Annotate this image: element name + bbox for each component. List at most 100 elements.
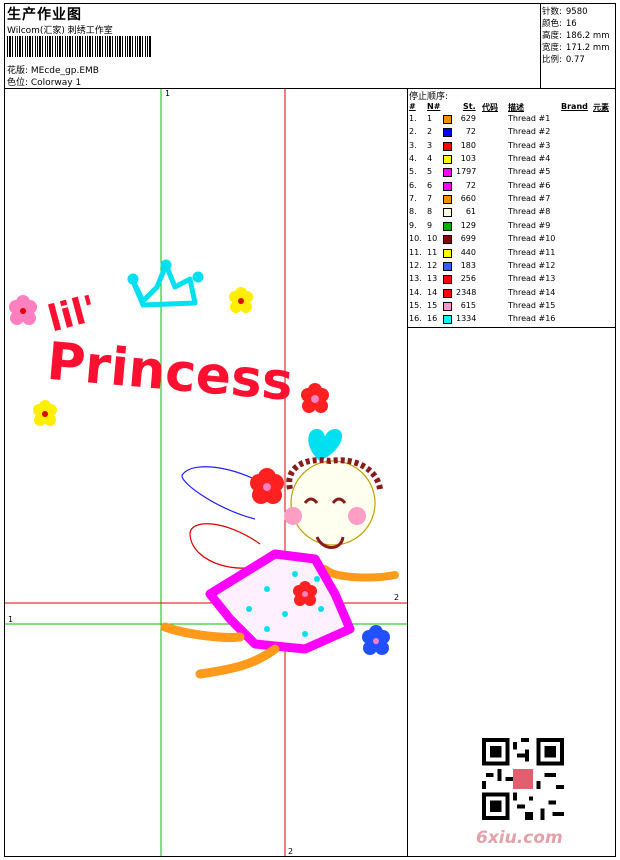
design-text-princess: Princess	[45, 332, 296, 413]
thread-row: 4. 4 103 Thread #4	[408, 154, 618, 167]
axis-mark-green-top: 1	[165, 89, 171, 98]
crown	[127, 259, 204, 308]
stat-row: 宽度: 171.2 mm	[542, 41, 609, 53]
thread-number: 3	[427, 140, 433, 150]
qr-code	[482, 738, 564, 820]
thread-number: 12	[427, 260, 438, 270]
thread-row: 5. 5 1797 Thread #5	[408, 167, 618, 180]
thread-number: 2	[427, 127, 433, 137]
thread-color-swatch	[443, 288, 452, 298]
thread-description: Thread #15	[508, 300, 556, 310]
thread-stitches: 629	[460, 114, 476, 123]
thread-row: 10. 10 699 Thread #10	[408, 234, 618, 247]
thread-seq: 8.	[409, 207, 417, 217]
thread-stitches: 1797	[456, 167, 477, 177]
thread-seq: 13.	[409, 274, 422, 284]
yellow-flower-left	[33, 400, 57, 426]
thread-description: Thread #16	[508, 314, 556, 324]
stat-row: 针数: 9580	[542, 5, 588, 17]
thread-number: 16	[427, 314, 438, 324]
thread-color-swatch	[443, 195, 452, 205]
thread-color-swatch	[443, 261, 452, 271]
thread-description: Thread #10	[508, 234, 556, 244]
thread-row: 13. 13 256 Thread #13	[408, 274, 618, 287]
blue-flower	[362, 625, 390, 655]
thread-stitches: 256	[460, 274, 476, 284]
stat-label: 针数:	[542, 7, 562, 17]
stat-row: 比例: 0.77	[542, 53, 585, 65]
stat-value: 0.77	[565, 55, 585, 65]
watermark: 6xiu.com	[476, 828, 563, 848]
thread-row: 3. 3 180 Thread #3	[408, 141, 618, 154]
thread-description: Thread #14	[508, 287, 556, 297]
col-n: N#	[427, 102, 441, 111]
thread-stitches: 61	[465, 207, 476, 217]
thread-row: 2. 2 72 Thread #2	[408, 127, 618, 140]
thread-stitches: 699	[460, 234, 476, 244]
thread-row: 1. 1 629 Thread #1	[408, 114, 618, 127]
thread-color-swatch	[443, 248, 452, 258]
thread-stitches: 129	[460, 220, 476, 230]
thread-color-swatch	[443, 155, 452, 165]
thread-description: Thread #7	[508, 194, 551, 204]
stat-value: 171.2 mm	[565, 43, 610, 53]
thread-stitches: 72	[465, 127, 476, 137]
thread-seq: 15.	[409, 300, 422, 310]
thread-stitches: 660	[460, 194, 476, 204]
col-stitches: St.	[463, 102, 476, 111]
thread-stitches: 615	[460, 300, 476, 310]
stat-label: 比例:	[542, 55, 562, 65]
thread-seq: 3.	[409, 140, 417, 150]
thread-row: 14. 14 2348 Thread #14	[408, 288, 618, 301]
col-code: 代码	[482, 103, 498, 112]
thread-number: 8	[427, 207, 433, 217]
col-brand: Brand	[561, 102, 588, 111]
thread-stitches: 1334	[456, 314, 477, 324]
thread-number: 5	[427, 167, 433, 177]
thread-row: 15. 15 615 Thread #15	[408, 301, 618, 314]
thread-number: 9	[427, 220, 433, 230]
thread-color-swatch	[443, 168, 452, 178]
col-element: 元素	[593, 103, 609, 112]
thread-color-swatch	[443, 301, 452, 311]
thread-description: Thread #5	[508, 167, 551, 177]
yellow-flower-top	[229, 287, 253, 313]
thread-description: Thread #9	[508, 220, 551, 230]
thread-color-swatch	[443, 115, 452, 124]
thread-number: 6	[427, 180, 433, 190]
thread-description: Thread #2	[508, 127, 551, 137]
thread-seq: 11.	[409, 247, 422, 257]
thread-seq: 5.	[409, 167, 417, 177]
axis-mark-red-right: 2	[394, 593, 400, 602]
stat-row: 高度: 186.2 mm	[542, 29, 609, 41]
thread-description: Thread #13	[508, 274, 556, 284]
stat-row: 颜色: 16	[542, 17, 577, 29]
thread-seq: 9.	[409, 220, 417, 230]
stat-label: 宽度:	[542, 43, 562, 53]
stat-value: 186.2 mm	[565, 31, 610, 41]
stat-value: 16	[565, 19, 577, 29]
thread-seq: 6.	[409, 180, 417, 190]
thread-number: 7	[427, 194, 433, 204]
thread-color-swatch	[443, 221, 452, 231]
thread-color-swatch	[443, 128, 452, 138]
thread-seq: 10.	[409, 234, 422, 244]
axis-mark-red-bottom: 2	[288, 847, 294, 856]
company-name: Wilcom(汇家) 刺绣工作室	[7, 26, 113, 36]
thread-row: 7. 7 660 Thread #7	[408, 194, 618, 207]
axis-mark-green-left: 1	[8, 615, 14, 624]
thread-seq: 16.	[409, 314, 422, 324]
thread-stitches: 180	[460, 140, 476, 150]
thread-stitches: 103	[460, 154, 476, 164]
stop-sequence-title: 停止顺序:	[409, 92, 449, 102]
thread-number: 13	[427, 274, 438, 284]
thread-number: 1	[427, 114, 433, 123]
thread-description: Thread #6	[508, 180, 551, 190]
leg-bottom	[195, 644, 280, 679]
thread-stitches: 72	[465, 180, 476, 190]
thread-row: 11. 11 440 Thread #11	[408, 248, 618, 261]
thread-seq: 1.	[409, 114, 417, 123]
thread-description: Thread #4	[508, 154, 551, 164]
thread-number: 11	[427, 247, 438, 257]
thread-color-swatch	[443, 181, 452, 191]
